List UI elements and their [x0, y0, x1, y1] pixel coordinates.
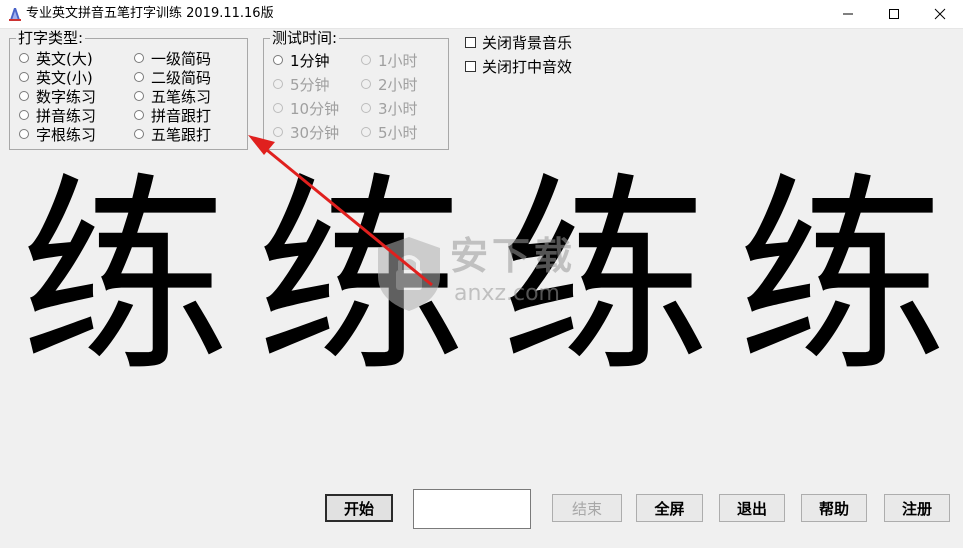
radio-dot: [19, 72, 29, 82]
radio-dot: [19, 53, 29, 63]
close-button[interactable]: [917, 0, 963, 28]
watermark-text: 安下载: [450, 234, 577, 278]
radio-radicals[interactable]: 字根练习: [19, 125, 97, 144]
watermark-shield-icon: [378, 237, 440, 311]
radio-label: 3小时: [378, 99, 418, 118]
radio-dot: [361, 127, 371, 137]
end-button[interactable]: 结束: [552, 494, 622, 522]
radio-label: 1小时: [378, 51, 418, 70]
radio-label: 英文(小): [36, 68, 93, 87]
radio-label: 10分钟: [290, 99, 340, 118]
radio-pinyin[interactable]: 拼音练习: [19, 106, 97, 125]
radio-dot: [19, 110, 29, 120]
radio-label: 数字练习: [36, 87, 97, 106]
radio-wubi-follow[interactable]: 五笔跟打: [134, 125, 212, 144]
radio-label: 1分钟: [290, 51, 330, 70]
radio-label: 五笔跟打: [151, 125, 212, 144]
radio-label: 二级简码: [151, 68, 212, 87]
radio-1hour[interactable]: 1小时: [361, 51, 418, 70]
radio-numbers[interactable]: 数字练习: [19, 87, 97, 106]
radio-label: 拼音练习: [36, 106, 97, 125]
radio-dot: [273, 103, 283, 113]
maximize-icon: [889, 9, 899, 19]
radio-dot: [19, 91, 29, 101]
radio-dot: [134, 72, 144, 82]
close-icon: [934, 8, 946, 20]
radio-dot: [361, 79, 371, 89]
radio-dot: [361, 55, 371, 65]
checkbox-disable-bg-music[interactable]: 关闭背景音乐: [465, 33, 573, 52]
app-icon: [9, 8, 21, 21]
radio-level2-code[interactable]: 二级简码: [134, 68, 212, 87]
watermark: 安下载 anxz.com: [372, 232, 602, 322]
radio-5min[interactable]: 5分钟: [273, 75, 330, 94]
start-button[interactable]: 开始: [325, 494, 393, 522]
radio-dot: [19, 129, 29, 139]
checkbox-box: [465, 60, 476, 72]
input-textbox[interactable]: [413, 489, 531, 529]
fullscreen-button[interactable]: 全屏: [636, 494, 703, 522]
radio-label: 2小时: [378, 75, 418, 94]
radio-dot: [273, 55, 283, 65]
radio-label: 英文(大): [36, 49, 93, 68]
radio-3hour[interactable]: 3小时: [361, 99, 418, 118]
exit-button[interactable]: 退出: [719, 494, 785, 522]
radio-dot: [273, 79, 283, 89]
minimize-button[interactable]: [825, 0, 871, 28]
radio-10min[interactable]: 10分钟: [273, 99, 340, 118]
radio-label: 5分钟: [290, 75, 330, 94]
radio-label: 一级简码: [151, 49, 212, 68]
radio-30min[interactable]: 30分钟: [273, 123, 340, 142]
radio-label: 5小时: [378, 123, 418, 142]
radio-dot: [273, 127, 283, 137]
radio-label: 五笔练习: [151, 87, 212, 106]
window-title: 专业英文拼音五笔打字训练 2019.11.16版: [26, 6, 274, 21]
radio-level1-code[interactable]: 一级简码: [134, 49, 212, 68]
radio-wubi[interactable]: 五笔练习: [134, 87, 212, 106]
checkbox-label: 关闭背景音乐: [482, 33, 573, 52]
register-button[interactable]: 注册: [884, 494, 950, 522]
minimize-icon: [843, 13, 853, 15]
radio-label: 拼音跟打: [151, 106, 212, 125]
radio-label: 字根练习: [36, 125, 97, 144]
checkbox-label: 关闭打中音效: [482, 57, 573, 76]
radio-1min[interactable]: 1分钟: [273, 51, 330, 70]
maximize-button[interactable]: [871, 0, 917, 28]
radio-english-lower[interactable]: 英文(小): [19, 68, 93, 87]
radio-dot: [134, 110, 144, 120]
help-button[interactable]: 帮助: [801, 494, 867, 522]
radio-5hour[interactable]: 5小时: [361, 123, 418, 142]
radio-dot: [134, 129, 144, 139]
radio-label: 30分钟: [290, 123, 340, 142]
practice-char: 练: [19, 155, 230, 400]
practice-char: 练: [736, 155, 947, 400]
radio-dot: [134, 91, 144, 101]
radio-english-upper[interactable]: 英文(大): [19, 49, 93, 68]
radio-dot: [361, 103, 371, 113]
watermark-url: anxz.com: [454, 281, 560, 306]
radio-dot: [134, 53, 144, 63]
checkbox-box: [465, 36, 476, 48]
checkbox-disable-hit-sound[interactable]: 关闭打中音效: [465, 57, 573, 76]
title-bar: 专业英文拼音五笔打字训练 2019.11.16版: [0, 0, 963, 29]
typing-type-legend: 打字类型:: [16, 29, 86, 47]
radio-2hour[interactable]: 2小时: [361, 75, 418, 94]
test-time-legend: 测试时间:: [270, 29, 340, 47]
radio-pinyin-follow[interactable]: 拼音跟打: [134, 106, 212, 125]
